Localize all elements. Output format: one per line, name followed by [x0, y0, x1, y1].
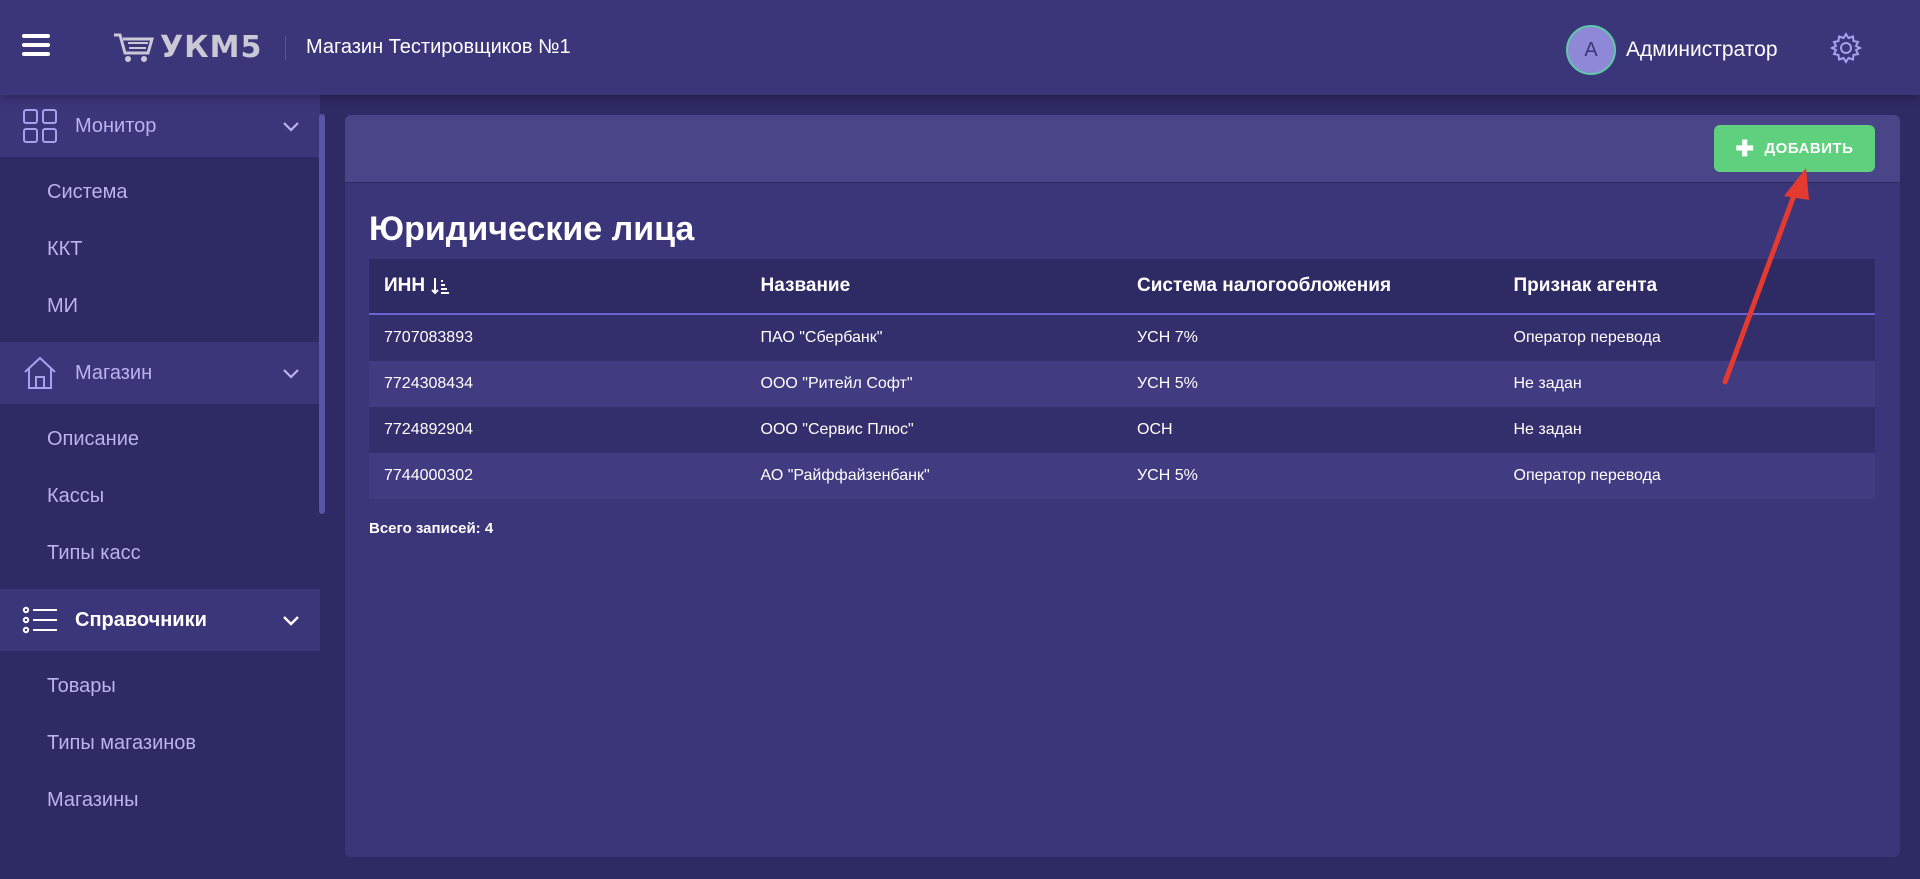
- legal-entities-table: ИНН Название Система налогообложения При…: [369, 259, 1875, 499]
- cell-tax-system: УСН 7%: [1137, 329, 1198, 346]
- cart-icon: [114, 33, 154, 62]
- cell-inn: 7707083893: [384, 329, 473, 346]
- chevron-down-icon: [283, 122, 299, 132]
- sidebar-item-register-types[interactable]: Типы касс: [0, 525, 320, 582]
- user-name[interactable]: Администратор: [1626, 38, 1778, 62]
- header-divider: [285, 36, 286, 60]
- app-logo[interactable]: УКМ5: [112, 28, 262, 66]
- sort-icon: [431, 278, 450, 295]
- menu-icon[interactable]: [22, 34, 50, 58]
- sidebar-section-monitor[interactable]: Монитор: [0, 95, 320, 157]
- cell-agent-sign: Не задан: [1513, 421, 1582, 438]
- cell-inn: 7724308434: [384, 375, 473, 392]
- sidebar-item-store-types[interactable]: Типы магазинов: [0, 715, 320, 772]
- grid-icon: [23, 109, 57, 143]
- cell-tax-system: ОСН: [1137, 421, 1173, 438]
- add-button[interactable]: ✚ ДОБАВИТЬ: [1714, 125, 1875, 172]
- chevron-down-icon: [283, 369, 299, 379]
- sidebar-item-description[interactable]: Описание: [0, 411, 320, 468]
- cell-name: ООО "Ритейл Софт": [760, 375, 913, 392]
- page-title: Юридические лица: [369, 210, 695, 248]
- table-row[interactable]: 7707083893 ПАО "Сбербанк" УСН 7% Операто…: [369, 315, 1875, 361]
- sidebar-section-label: Монитор: [75, 115, 157, 137]
- sidebar-item-kkt[interactable]: ККТ: [0, 221, 320, 278]
- sidebar-scrollbar[interactable]: [319, 114, 325, 514]
- sidebar-item-mi[interactable]: МИ: [0, 278, 320, 335]
- cell-tax-system: УСН 5%: [1137, 467, 1198, 484]
- cell-name: АО "Райффайзенбанк": [760, 467, 930, 484]
- cell-tax-system: УСН 5%: [1137, 375, 1198, 392]
- card-toolbar: ✚ ДОБАВИТЬ: [345, 115, 1900, 183]
- cell-inn: 7744000302: [384, 467, 473, 484]
- cell-name: ПАО "Сбербанк": [760, 329, 883, 346]
- cell-name: ООО "Сервис Плюс": [760, 421, 914, 438]
- table-row[interactable]: 7744000302 АО "Райффайзенбанк" УСН 5% Оп…: [369, 453, 1875, 499]
- column-header-label: ИНН: [384, 275, 426, 296]
- cell-agent-sign: Оператор перевода: [1513, 467, 1661, 484]
- sidebar-item-products[interactable]: Товары: [0, 658, 320, 715]
- logo-text: УКМ5: [160, 29, 263, 65]
- avatar[interactable]: А: [1566, 25, 1616, 75]
- gear-icon[interactable]: [1830, 32, 1862, 64]
- sidebar-section-label: Магазин: [75, 362, 153, 384]
- column-header-name[interactable]: Название: [746, 275, 1123, 297]
- total-records: Всего записей: 4: [369, 520, 494, 537]
- sidebar-section-directories[interactable]: Справочники: [0, 589, 320, 651]
- list-icon: [22, 606, 57, 634]
- column-header-inn[interactable]: ИНН: [369, 275, 746, 297]
- chevron-down-icon: [283, 616, 299, 626]
- sidebar-item-system[interactable]: Система: [0, 164, 320, 221]
- column-header-agent-sign[interactable]: Признак агента: [1499, 275, 1876, 297]
- cell-agent-sign: Не задан: [1513, 375, 1582, 392]
- sidebar-section-store[interactable]: Магазин: [0, 342, 320, 404]
- cell-agent-sign: Оператор перевода: [1513, 329, 1661, 346]
- table-row[interactable]: 7724892904 ООО "Сервис Плюс" ОСН Не зада…: [369, 407, 1875, 453]
- table-header: ИНН Название Система налогообложения При…: [369, 259, 1875, 315]
- sidebar: Монитор Система ККТ МИ Магазин Описание …: [0, 95, 320, 879]
- plus-icon: ✚: [1735, 135, 1755, 161]
- column-header-tax-system[interactable]: Система налогообложения: [1122, 275, 1499, 297]
- store-name[interactable]: Магазин Тестировщиков №1: [306, 36, 571, 59]
- add-button-label: ДОБАВИТЬ: [1764, 140, 1854, 157]
- content-card: ✚ ДОБАВИТЬ Юридические лица ИНН Название…: [345, 115, 1900, 857]
- cell-inn: 7724892904: [384, 421, 473, 438]
- sidebar-item-stores[interactable]: Магазины: [0, 772, 320, 829]
- top-header: УКМ5 Магазин Тестировщиков №1 А Админист…: [0, 0, 1920, 95]
- sidebar-section-label: Справочники: [75, 609, 207, 631]
- home-icon: [24, 356, 56, 389]
- table-row[interactable]: 7724308434 ООО "Ритейл Софт" УСН 5% Не з…: [369, 361, 1875, 407]
- sidebar-item-registers[interactable]: Кассы: [0, 468, 320, 525]
